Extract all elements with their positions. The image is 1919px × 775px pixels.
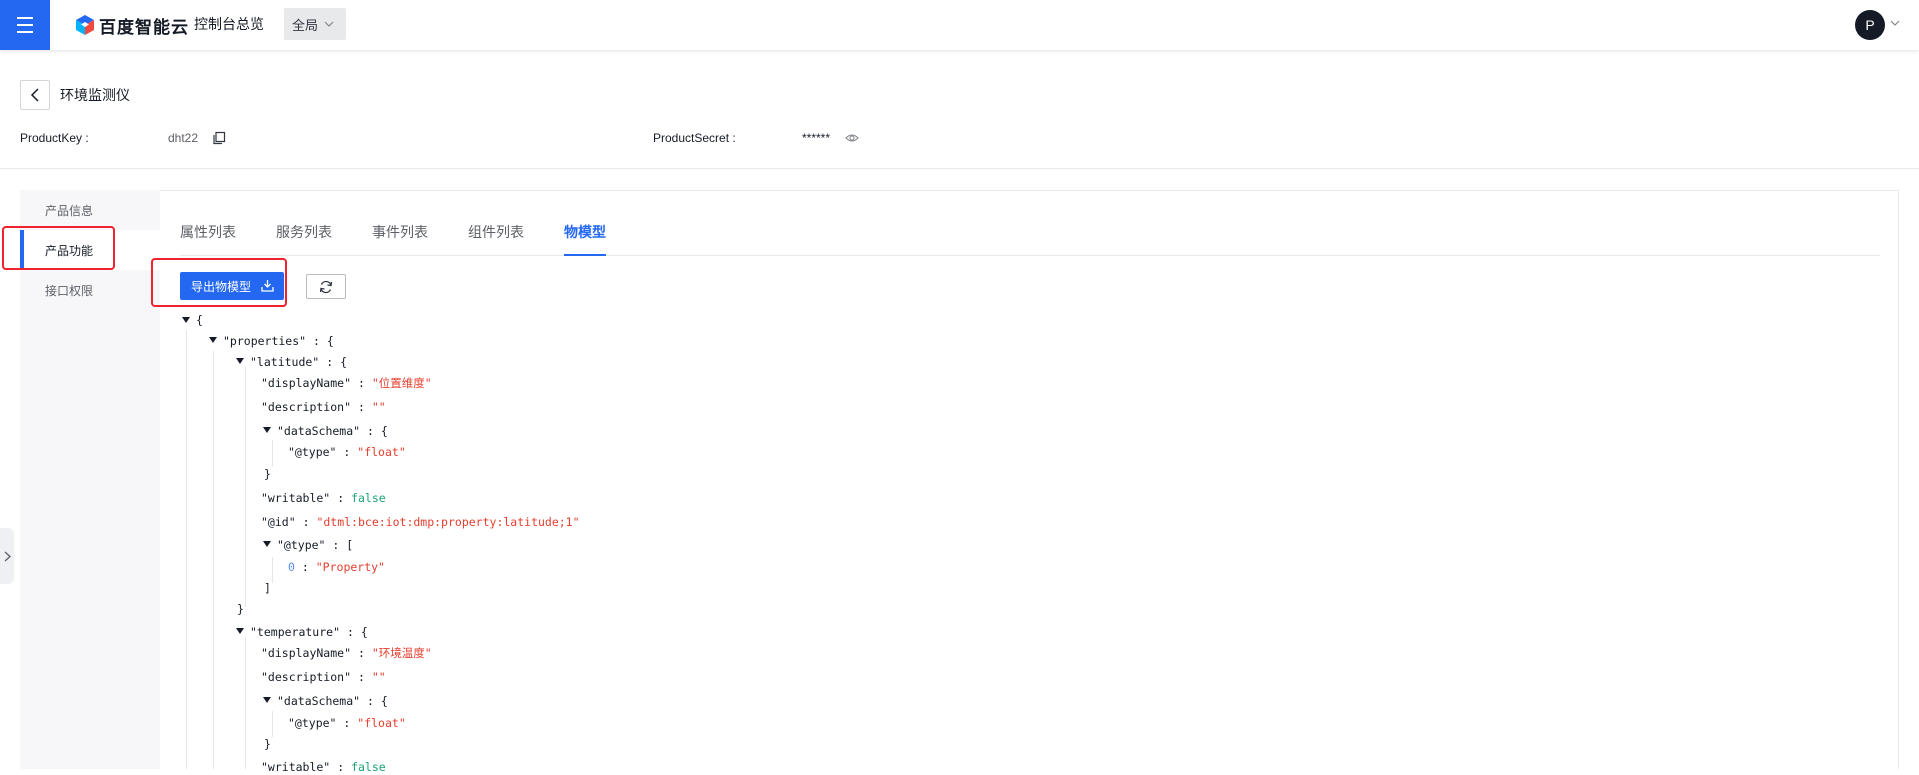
indent-guide bbox=[272, 711, 273, 737]
indent-guide bbox=[245, 637, 246, 769]
brand-name: 百度智能云 bbox=[99, 17, 189, 37]
collapse-toggle-icon[interactable] bbox=[263, 427, 271, 433]
json-line: "description" : "" bbox=[261, 400, 386, 414]
download-icon bbox=[261, 280, 274, 292]
json-line: "writable" : false bbox=[261, 491, 386, 505]
json-line: } bbox=[264, 737, 271, 751]
product-key-label: ProductKey : bbox=[20, 131, 89, 145]
copy-icon[interactable] bbox=[212, 131, 226, 145]
json-line: ] bbox=[264, 581, 271, 595]
json-line: } bbox=[237, 602, 244, 616]
menu-line-icon bbox=[17, 17, 33, 19]
json-line: "properties" : { bbox=[223, 334, 334, 348]
export-thing-model-button[interactable]: 导出物模型 bbox=[180, 272, 284, 300]
indent-guide bbox=[186, 330, 187, 769]
eye-icon[interactable] bbox=[845, 132, 859, 144]
top-bar: 百度智能云 控制台总览 全局 P bbox=[0, 0, 1919, 50]
collapse-toggle-icon[interactable] bbox=[209, 337, 217, 343]
sidebar-item-api-permissions[interactable]: 接口权限 bbox=[20, 270, 160, 310]
collapse-toggle-icon[interactable] bbox=[236, 628, 244, 634]
chevron-down-icon bbox=[324, 19, 334, 30]
json-line: "displayName" : "环境温度" bbox=[261, 646, 432, 660]
menu-line-icon bbox=[17, 24, 33, 26]
brand-logo[interactable]: 百度智能云 bbox=[75, 13, 189, 37]
json-line: "latitude" : { bbox=[250, 355, 347, 369]
json-line: "writable" : false bbox=[261, 760, 386, 774]
product-sidebar: 产品信息 产品功能 接口权限 bbox=[20, 190, 160, 769]
console-overview-link[interactable]: 控制台总览 bbox=[194, 14, 264, 34]
chevron-left-icon bbox=[30, 88, 39, 102]
back-button[interactable] bbox=[20, 80, 50, 110]
collapse-toggle-icon[interactable] bbox=[263, 541, 271, 547]
region-select-value: 全局 bbox=[292, 17, 319, 33]
collapse-toggle-icon[interactable] bbox=[236, 358, 244, 364]
json-line: "dataSchema" : { bbox=[277, 694, 388, 708]
user-avatar[interactable]: P bbox=[1855, 10, 1885, 40]
sidebar-item-product-features[interactable]: 产品功能 bbox=[20, 230, 160, 270]
json-line: "@type" : [ bbox=[277, 538, 354, 552]
chevron-right-icon bbox=[4, 551, 11, 561]
product-secret-value: ****** bbox=[802, 131, 831, 145]
page-title: 环境监测仪 bbox=[60, 87, 130, 103]
indent-guide bbox=[213, 351, 214, 769]
collapse-toggle-icon[interactable] bbox=[263, 697, 271, 703]
sidebar-expand-toggle[interactable] bbox=[0, 528, 14, 584]
json-line: } bbox=[264, 467, 271, 481]
json-line: { bbox=[196, 313, 203, 327]
header-divider bbox=[0, 168, 1919, 169]
tab-services[interactable]: 服务列表 bbox=[276, 222, 332, 256]
tab-thing-model[interactable]: 物模型 bbox=[564, 222, 606, 256]
sidebar-item-product-info[interactable]: 产品信息 bbox=[20, 190, 160, 230]
json-line: "temperature" : { bbox=[250, 625, 368, 639]
product-key-value: dht22 bbox=[168, 131, 199, 145]
indent-guide bbox=[272, 440, 273, 466]
json-line: "@type" : "float" bbox=[288, 445, 406, 459]
json-line: "@id" : "dtml:bce:iot:dmp:property:latit… bbox=[261, 515, 580, 529]
indent-guide bbox=[245, 367, 246, 607]
refresh-icon bbox=[319, 280, 333, 293]
indent-guide bbox=[272, 557, 273, 583]
json-line: "dataSchema" : { bbox=[277, 424, 388, 438]
hamburger-menu-button[interactable] bbox=[0, 0, 50, 50]
brand-logo-icon bbox=[76, 15, 94, 35]
tab-properties[interactable]: 属性列表 bbox=[180, 222, 236, 256]
tab-components[interactable]: 组件列表 bbox=[468, 222, 524, 256]
json-line: "description" : "" bbox=[261, 670, 386, 684]
tab-events[interactable]: 事件列表 bbox=[372, 222, 428, 256]
chevron-down-icon[interactable] bbox=[1890, 18, 1900, 29]
function-tabs: 属性列表 服务列表 事件列表 组件列表 物模型 bbox=[180, 222, 1880, 256]
product-secret-label: ProductSecret : bbox=[653, 131, 736, 145]
collapse-toggle-icon[interactable] bbox=[182, 317, 190, 323]
region-select[interactable]: 全局 bbox=[284, 8, 346, 40]
json-line: 0 : "Property" bbox=[288, 560, 385, 574]
menu-line-icon bbox=[17, 31, 33, 33]
json-line: "displayName" : "位置维度" bbox=[261, 376, 432, 390]
export-button-label: 导出物模型 bbox=[191, 279, 252, 294]
refresh-button[interactable] bbox=[306, 274, 346, 299]
json-line: "@type" : "float" bbox=[288, 716, 406, 730]
